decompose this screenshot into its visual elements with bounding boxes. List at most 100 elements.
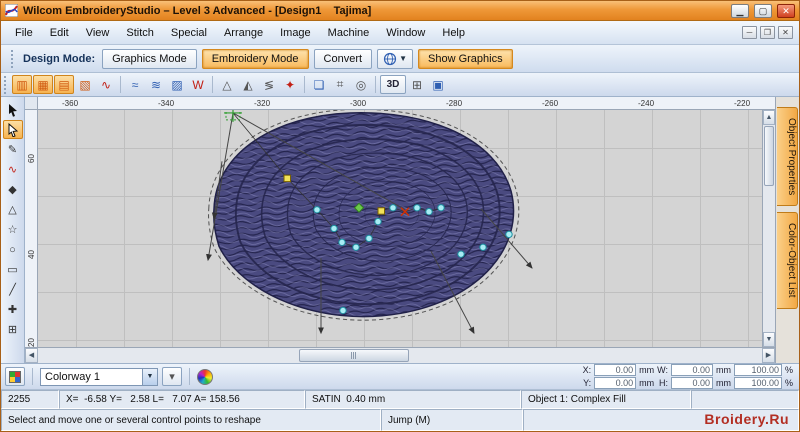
child-minimize-button[interactable]: ─ — [742, 26, 757, 39]
tatami-fill-icon[interactable]: ▨ — [167, 75, 187, 94]
menu-edit[interactable]: Edit — [42, 23, 77, 43]
menu-arrange[interactable]: Arrange — [216, 23, 271, 43]
add-node-tool[interactable]: ✚ — [3, 300, 23, 319]
y-unit: mm — [639, 378, 655, 388]
v-tick: 60 — [26, 154, 36, 163]
vertical-scrollbar[interactable]: ▲ ▼ — [762, 110, 775, 347]
mirror-tool-icon[interactable]: ◭ — [238, 75, 258, 94]
reshape-tool[interactable] — [2, 120, 23, 139]
ellipse-tool[interactable]: ○ — [3, 240, 23, 259]
color-wheel-icon[interactable] — [197, 368, 213, 385]
design-mode-label: Design Mode: — [23, 52, 96, 65]
docked-panel-tabs: Object Properties Color-Object List — [775, 97, 799, 363]
horizontal-scrollbar[interactable]: ◀ ▶ — [25, 348, 775, 363]
rectangle-tool[interactable]: ▭ — [3, 260, 23, 279]
menu-machine[interactable]: Machine — [320, 23, 378, 43]
menu-stitch[interactable]: Stitch — [118, 23, 162, 43]
horizontal-scroll-track[interactable] — [38, 348, 762, 363]
design-workspace[interactable] — [38, 110, 762, 347]
colorway-dropdown-icon[interactable]: ▼ — [142, 368, 157, 385]
convert-button[interactable]: Convert — [313, 48, 373, 69]
horizontal-scroll-thumb[interactable] — [298, 349, 409, 362]
palette-grid-icon — [9, 370, 21, 383]
toolbox: ✎ ∿ ◆ △ ☆ ○ ▭ ╱ ✚ ⊞ — [1, 97, 25, 363]
h-input[interactable] — [670, 377, 713, 389]
x-label: X: — [582, 365, 592, 375]
child-restore-button[interactable]: ❐ — [760, 26, 775, 39]
workspace: ✎ ∿ ◆ △ ☆ ○ ▭ ╱ ✚ ⊞ -360 -340 -320 -300 … — [1, 97, 799, 363]
status-bar: 2255 X= -6.58 Y= 2.58 L= 7.07 A= 158.56 … — [1, 389, 799, 409]
h-unit: mm — [715, 378, 731, 388]
w-input[interactable] — [670, 364, 713, 376]
tab-object-properties[interactable]: Object Properties — [777, 107, 798, 207]
run-stitch-icon[interactable]: ≈ — [125, 75, 145, 94]
hint-message: Select and move one or several control p… — [1, 409, 381, 431]
graphics-mode-button[interactable]: Graphics Mode — [102, 48, 197, 69]
pen-tool[interactable]: ✎ — [3, 140, 23, 159]
horizontal-ruler: -360 -340 -320 -300 -280 -260 -240 -220 — [38, 97, 775, 109]
x-input[interactable] — [594, 364, 637, 376]
digitize-open-tool[interactable]: △ — [3, 200, 23, 219]
fill-stitch-icon[interactable]: ▦ — [33, 75, 53, 94]
tab-color-object-list[interactable]: Color-Object List — [777, 212, 798, 309]
satin-stitch-icon[interactable]: ≋ — [146, 75, 166, 94]
hoop-icon[interactable]: ◎ — [351, 75, 371, 94]
colorway-menu-button[interactable]: ▾ — [162, 367, 182, 386]
scroll-right-icon[interactable]: ▶ — [762, 348, 775, 363]
embroidery-design[interactable] — [38, 110, 762, 347]
kerning-icon[interactable]: ≶ — [259, 75, 279, 94]
canvas-column: -360 -340 -320 -300 -280 -260 -240 -220 … — [25, 97, 775, 363]
y-input[interactable] — [594, 377, 637, 389]
menu-image[interactable]: Image — [272, 23, 319, 43]
colorway-select[interactable]: Colorway 1 ▼ — [40, 367, 158, 386]
motif-fill-icon[interactable]: ▧ — [75, 75, 95, 94]
scroll-down-icon[interactable]: ▼ — [763, 332, 775, 347]
outline-stitch-icon[interactable]: ▥ — [12, 75, 32, 94]
menu-view[interactable]: View — [78, 23, 118, 43]
measure-icon[interactable]: ⌗ — [330, 75, 350, 94]
window-title: Wilcom EmbroideryStudio – Level 3 Advanc… — [23, 4, 372, 17]
x-unit: mm — [639, 365, 655, 375]
digitize-closed-tool[interactable]: ◆ — [3, 180, 23, 199]
toolbar-grip-2[interactable] — [4, 75, 8, 94]
hoop-globe-dropdown[interactable]: ▼ — [377, 48, 413, 69]
chevron-down-icon: ▼ — [399, 54, 407, 63]
star-shape-tool[interactable]: ☆ — [3, 220, 23, 239]
grid-tool[interactable]: ⊞ — [3, 320, 23, 339]
select-cursor-icon — [8, 103, 17, 117]
stitch-edit-tool[interactable]: ∿ — [3, 160, 23, 179]
show-graphics-button[interactable]: Show Graphics — [418, 48, 513, 69]
palette-editor-button[interactable] — [5, 367, 25, 386]
scroll-up-icon[interactable]: ▲ — [763, 110, 775, 125]
vertical-ruler: 60 40 20 — [25, 110, 38, 347]
embroidery-mode-button[interactable]: Embroidery Mode — [201, 48, 309, 69]
menu-file[interactable]: File — [7, 23, 41, 43]
maximize-button[interactable]: ▢ — [754, 3, 772, 18]
h-label: H: — [658, 378, 668, 388]
pattern-fill-icon[interactable]: ▤ — [54, 75, 74, 94]
triangle-tool-icon[interactable]: △ — [217, 75, 237, 94]
3d-view-button[interactable]: 3D — [380, 75, 406, 94]
reshape-cursor-icon — [8, 122, 18, 137]
stitch-effects-icon[interactable]: ∿ — [96, 75, 116, 94]
minimize-button[interactable]: ▁ — [731, 3, 749, 18]
grid-toggle-icon[interactable]: ⊞ — [407, 75, 427, 94]
scale-x-input[interactable] — [733, 364, 782, 376]
anchor-crosshair[interactable] — [224, 110, 242, 122]
close-button[interactable]: ✕ — [777, 3, 795, 18]
pointer-position: X= -6.58 Y= 2.58 L= 7.07 A= 158.56 — [59, 390, 305, 409]
vertical-scroll-thumb[interactable] — [764, 126, 774, 186]
child-close-button[interactable]: ✕ — [778, 26, 793, 39]
menu-help[interactable]: Help — [434, 23, 473, 43]
monogram-icon[interactable]: ✦ — [280, 75, 300, 94]
show-stitches-icon[interactable]: ▣ — [428, 75, 448, 94]
zigzag-stitch-icon[interactable]: W — [188, 75, 208, 94]
menu-window[interactable]: Window — [378, 23, 433, 43]
menu-special[interactable]: Special — [163, 23, 215, 43]
scale-y-input[interactable] — [733, 377, 782, 389]
select-tool[interactable] — [3, 100, 23, 119]
toolbar-grip[interactable] — [11, 49, 15, 68]
scroll-left-icon[interactable]: ◀ — [25, 348, 38, 363]
overview-window-icon[interactable]: ❏ — [309, 75, 329, 94]
line-tool[interactable]: ╱ — [3, 280, 23, 299]
